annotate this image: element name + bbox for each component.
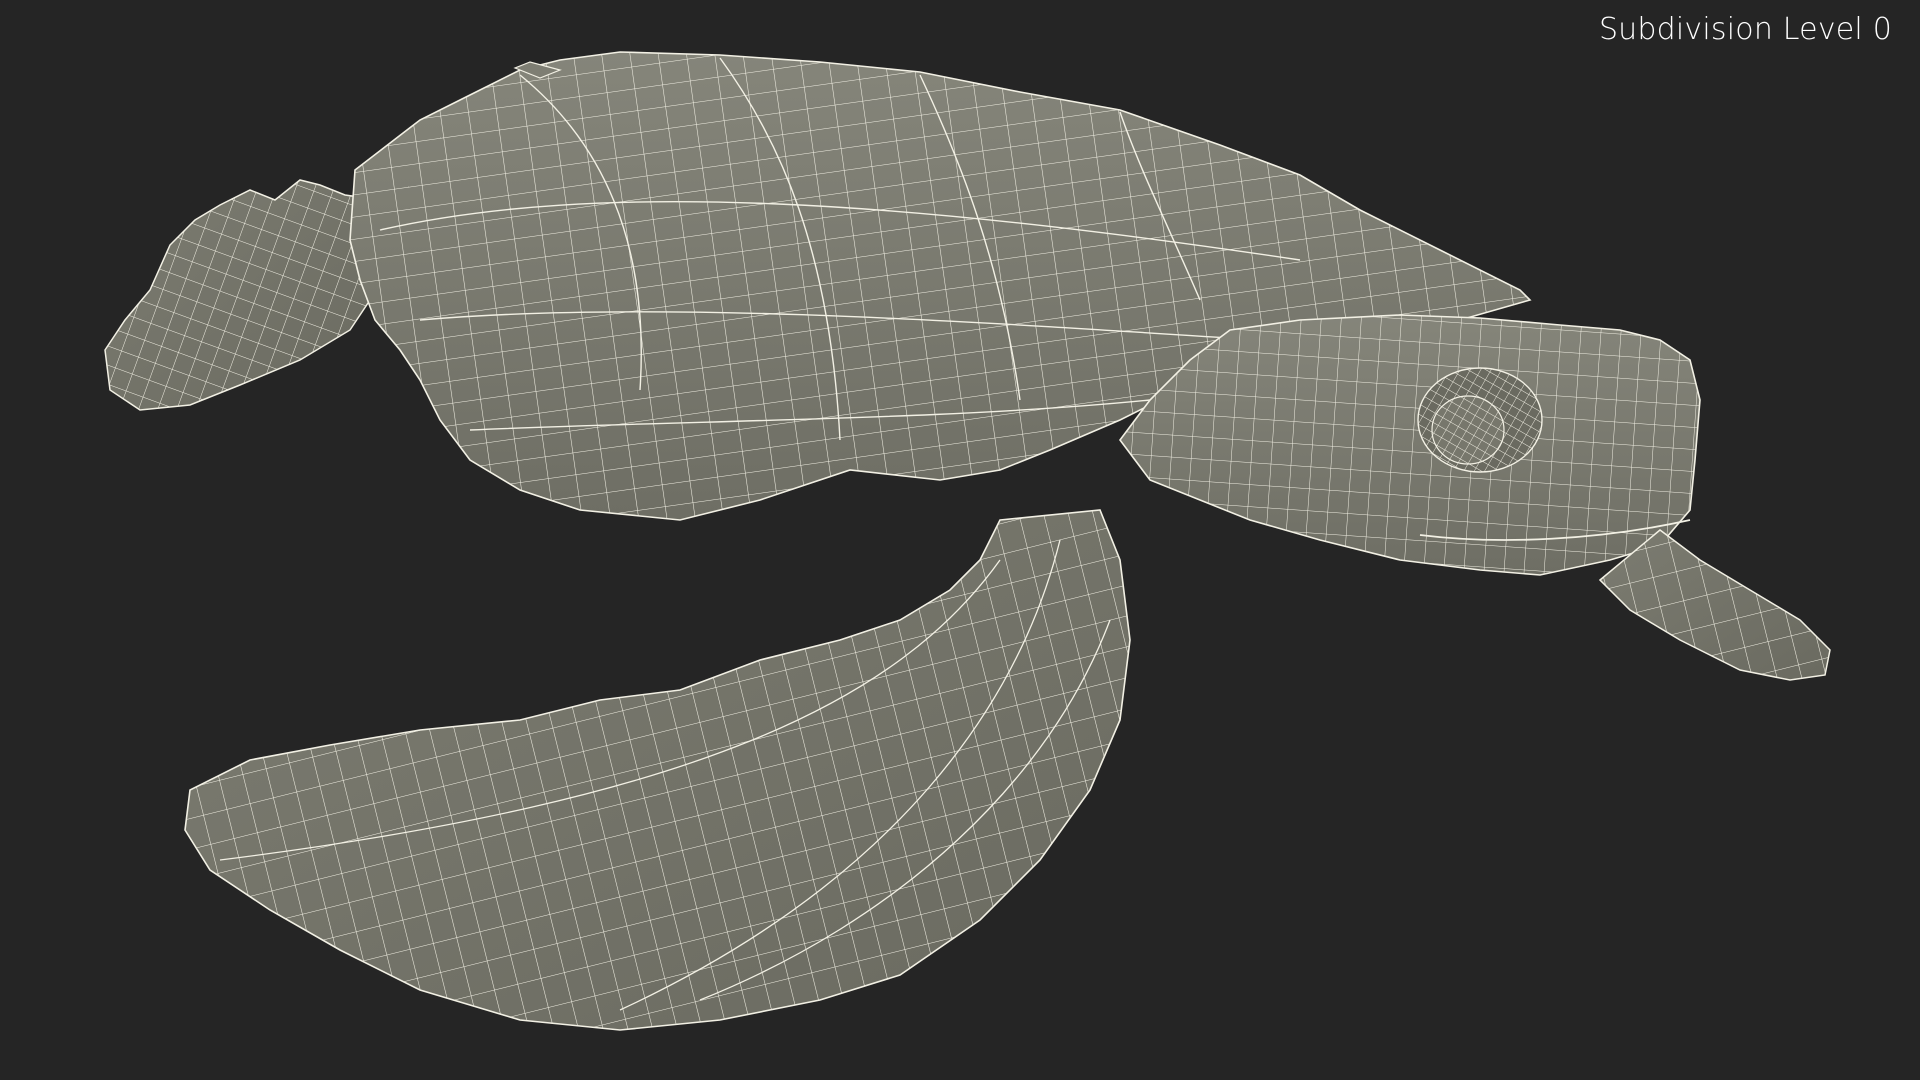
sea-turtle-wireframe-model xyxy=(104,51,1831,1031)
front-right-flipper xyxy=(1598,529,1831,681)
subdivision-level-label: Subdivision Level 0 xyxy=(1598,12,1892,47)
eye-region xyxy=(1417,367,1543,473)
3d-viewport[interactable]: Subdivision Level 0 xyxy=(0,0,1920,1080)
front-left-flipper xyxy=(184,509,1131,1031)
turtle-head xyxy=(1119,314,1701,576)
rear-left-flipper xyxy=(104,179,391,411)
